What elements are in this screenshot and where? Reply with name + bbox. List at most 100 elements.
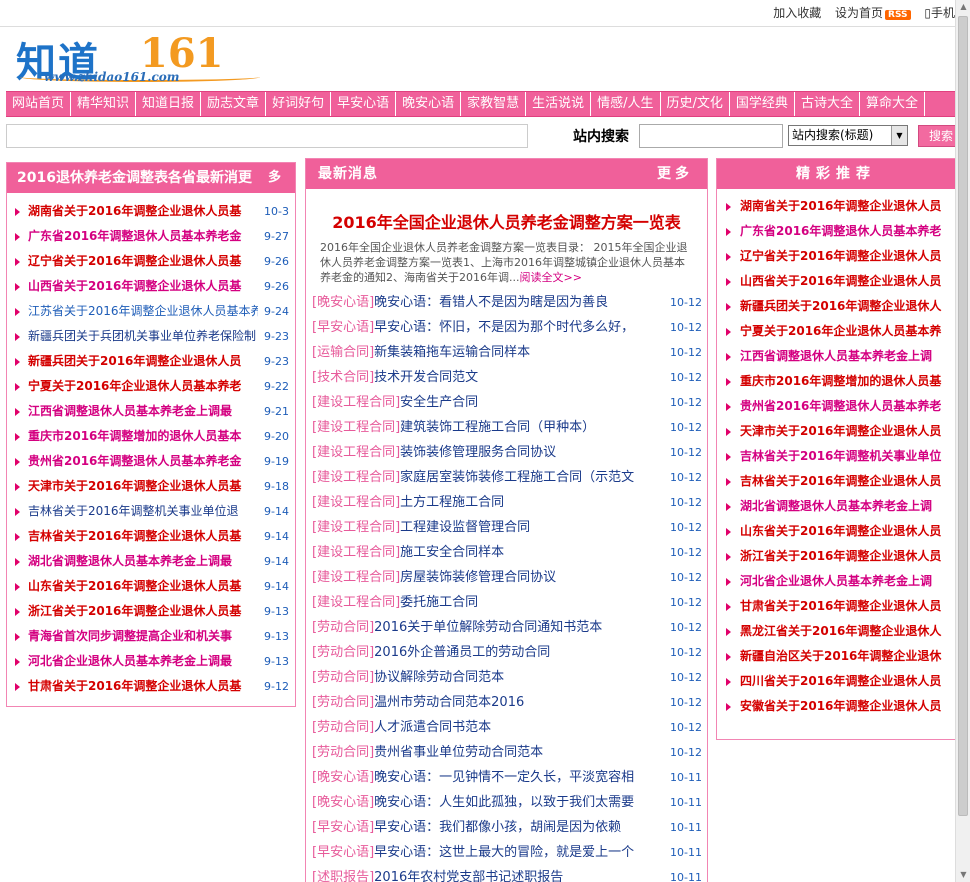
item-title[interactable]: 吉林省关于2016年调整企业退休人员基: [28, 524, 258, 549]
list-item[interactable]: 江西省调整退休人员基本养老金上调: [717, 344, 955, 369]
list-item[interactable]: 新疆兵团关于2016年调整企业退休人员 9-23: [7, 349, 295, 374]
list-item[interactable]: 甘肃省关于2016年调整企业退休人员基 9-12: [7, 674, 295, 699]
latest-more-link[interactable]: 更多: [657, 159, 693, 189]
list-item[interactable]: 辽宁省关于2016年调整企业退休人员基 9-26: [7, 249, 295, 274]
list-item[interactable]: 宁夏关于2016年企业退休人员基本养老 9-22: [7, 374, 295, 399]
nav-item[interactable]: 知道日报: [136, 92, 202, 116]
list-item[interactable]: 广东省2016年调整退休人员基本养老金 9-27: [7, 224, 295, 249]
item-title[interactable]: 宁夏关于2016年企业退休人员基本养: [740, 324, 941, 338]
item-title[interactable]: 早安心语：我们都像小孩，胡闹是因为依赖: [374, 820, 621, 835]
scrollbar-thumb[interactable]: [958, 16, 968, 816]
item-title[interactable]: 吉林省关于2016年调整企业退休人员: [740, 474, 941, 488]
item-title[interactable]: 贵州省事业单位劳动合同范本: [374, 745, 543, 760]
item-category[interactable]: [建设工程合同]: [312, 445, 400, 460]
nav-item[interactable]: 晚安心语: [396, 92, 462, 116]
item-title[interactable]: 新疆兵团关于2016年调整企业退休人: [740, 299, 941, 313]
item-title[interactable]: 重庆市2016年调整增加的退休人员基本: [28, 424, 258, 449]
vertical-scrollbar[interactable]: ▲ ▼: [955, 0, 970, 882]
list-item[interactable]: [早安心语]早安心语：怀旧，不是因为那个时代多么好， 10-12: [306, 315, 707, 340]
item-title[interactable]: 宁夏关于2016年企业退休人员基本养老: [28, 374, 258, 399]
list-item[interactable]: 吉林省关于2016年调整机关事业单位: [717, 444, 955, 469]
item-title[interactable]: 辽宁省关于2016年调整企业退休人员基: [28, 249, 258, 274]
rss-icon[interactable]: RSS: [885, 10, 911, 20]
item-category[interactable]: [晚安心语]: [312, 795, 374, 810]
item-title[interactable]: 重庆市2016年调整增加的退休人员基: [740, 374, 941, 388]
list-item[interactable]: [建设工程合同]施工安全合同样本 10-12: [306, 540, 707, 565]
list-item[interactable]: 辽宁省关于2016年调整企业退休人员: [717, 244, 955, 269]
list-item[interactable]: 新疆兵团关于兵团机关事业单位养老保险制 9-23: [7, 324, 295, 349]
pension-more-link[interactable]: 多: [268, 163, 281, 193]
item-category[interactable]: [劳动合同]: [312, 720, 374, 735]
item-title[interactable]: 早安心语：这世上最大的冒险，就是爱上一个: [374, 845, 634, 860]
item-title[interactable]: 贵州省2016年调整退休人员基本养老: [740, 399, 941, 413]
item-category[interactable]: [晚安心语]: [312, 770, 374, 785]
item-title[interactable]: 安徽省关于2016年调整企业退休人员: [740, 699, 941, 713]
list-item[interactable]: 吉林省关于2016年调整机关事业单位退 9-14: [7, 499, 295, 524]
list-item[interactable]: 吉林省关于2016年调整企业退休人员: [717, 469, 955, 494]
list-item[interactable]: 重庆市2016年调整增加的退休人员基本 9-20: [7, 424, 295, 449]
item-category[interactable]: [建设工程合同]: [312, 420, 400, 435]
item-category[interactable]: [建设工程合同]: [312, 520, 400, 535]
item-category[interactable]: [早安心语]: [312, 845, 374, 860]
list-item[interactable]: 湖南省关于2016年调整企业退休人员基 10-3: [7, 199, 295, 224]
item-title[interactable]: 山东省关于2016年调整企业退休人员: [740, 524, 941, 538]
item-title[interactable]: 江西省调整退休人员基本养老金上调最: [28, 399, 258, 424]
item-title[interactable]: 委托施工合同: [400, 595, 478, 610]
item-title[interactable]: 天津市关于2016年调整企业退休人员: [740, 424, 941, 438]
item-category[interactable]: [述职报告]: [312, 870, 374, 882]
list-item[interactable]: 重庆市2016年调整增加的退休人员基: [717, 369, 955, 394]
item-title[interactable]: 土方工程施工合同: [400, 495, 504, 510]
list-item[interactable]: [运输合同]新集装箱拖车运输合同样本 10-12: [306, 340, 707, 365]
item-title[interactable]: 山东省关于2016年调整企业退休人员基: [28, 574, 258, 599]
item-title[interactable]: 广东省2016年调整退休人员基本养老金: [28, 224, 258, 249]
item-title[interactable]: 湖北省调整退休人员基本养老金上调最: [28, 549, 258, 574]
item-title[interactable]: 新集装箱拖车运输合同样本: [374, 345, 530, 360]
item-title[interactable]: 新疆兵团关于2016年调整企业退休人员: [28, 349, 258, 374]
list-item[interactable]: [晚安心语]晚安心语：看错人不是因为瞎是因为善良 10-12: [306, 290, 707, 315]
item-title[interactable]: 晚安心语：人生如此孤独，以致于我们太需要: [374, 795, 634, 810]
list-item[interactable]: 江苏省关于2016年调整企业退休人员基本养 9-24: [7, 299, 295, 324]
item-category[interactable]: [技术合同]: [312, 370, 374, 385]
nav-item[interactable]: 历史/文化: [661, 92, 730, 116]
list-item[interactable]: 四川省关于2016年调整企业退休人员: [717, 669, 955, 694]
list-item[interactable]: [建设工程合同]家庭居室装饰装修工程施工合同（示范文 10-12: [306, 465, 707, 490]
search-input[interactable]: [639, 124, 783, 148]
item-category[interactable]: [建设工程合同]: [312, 595, 400, 610]
list-item[interactable]: [建设工程合同]房屋装饰装修管理合同协议 10-12: [306, 565, 707, 590]
list-item[interactable]: [劳动合同]人才派遣合同书范本 10-12: [306, 715, 707, 740]
list-item[interactable]: 山西省关于2016年调整企业退休人员基 9-26: [7, 274, 295, 299]
item-category[interactable]: [劳动合同]: [312, 695, 374, 710]
list-item[interactable]: [劳动合同]2016关于单位解除劳动合同通知书范本 10-12: [306, 615, 707, 640]
item-title[interactable]: 天津市关于2016年调整企业退休人员基: [28, 474, 258, 499]
item-category[interactable]: [早安心语]: [312, 320, 374, 335]
list-item[interactable]: 黑龙江省关于2016年调整企业退休人: [717, 619, 955, 644]
item-title[interactable]: 早安心语：怀旧，不是因为那个时代多么好，: [374, 320, 634, 335]
item-title[interactable]: 河北省企业退休人员基本养老金上调最: [28, 649, 258, 674]
item-title[interactable]: 湖南省关于2016年调整企业退休人员: [740, 199, 941, 213]
nav-item[interactable]: 国学经典: [730, 92, 795, 116]
item-category[interactable]: [劳动合同]: [312, 745, 374, 760]
item-title[interactable]: 工程建设监督管理合同: [400, 520, 530, 535]
nav-item[interactable]: 早安心语: [331, 92, 397, 116]
nav-item[interactable]: 精华知识: [71, 92, 137, 116]
item-title[interactable]: 房屋装饰装修管理合同协议: [400, 570, 556, 585]
headline-link[interactable]: 2016年全国企业退休人员养老金调整方案一览表: [306, 209, 707, 232]
item-title[interactable]: 河北省企业退休人员基本养老金上调: [740, 574, 932, 588]
item-category[interactable]: [晚安心语]: [312, 295, 374, 310]
item-title[interactable]: 甘肃省关于2016年调整企业退休人员基: [28, 674, 258, 699]
item-title[interactable]: 技术开发合同范文: [374, 370, 478, 385]
item-title[interactable]: 浙江省关于2016年调整企业退休人员: [740, 549, 941, 563]
item-title[interactable]: 四川省关于2016年调整企业退休人员: [740, 674, 941, 688]
add-bookmark-link[interactable]: 加入收藏: [773, 4, 821, 21]
nav-item[interactable]: 生活说说: [526, 92, 592, 116]
list-item[interactable]: [建设工程合同]工程建设监督管理合同 10-12: [306, 515, 707, 540]
list-item[interactable]: 新疆自治区关于2016年调整企业退休: [717, 644, 955, 669]
item-title[interactable]: 新疆兵团关于兵团机关事业单位养老保险制: [28, 324, 258, 349]
item-category[interactable]: [劳动合同]: [312, 645, 374, 660]
list-item[interactable]: 吉林省关于2016年调整企业退休人员基 9-14: [7, 524, 295, 549]
list-item[interactable]: 江西省调整退休人员基本养老金上调最 9-21: [7, 399, 295, 424]
list-item[interactable]: 山东省关于2016年调整企业退休人员基 9-14: [7, 574, 295, 599]
list-item[interactable]: 青海省首次同步调整提高企业和机关事 9-13: [7, 624, 295, 649]
item-category[interactable]: [建设工程合同]: [312, 395, 400, 410]
item-title[interactable]: 建筑装饰工程施工合同（甲种本）: [400, 420, 595, 435]
